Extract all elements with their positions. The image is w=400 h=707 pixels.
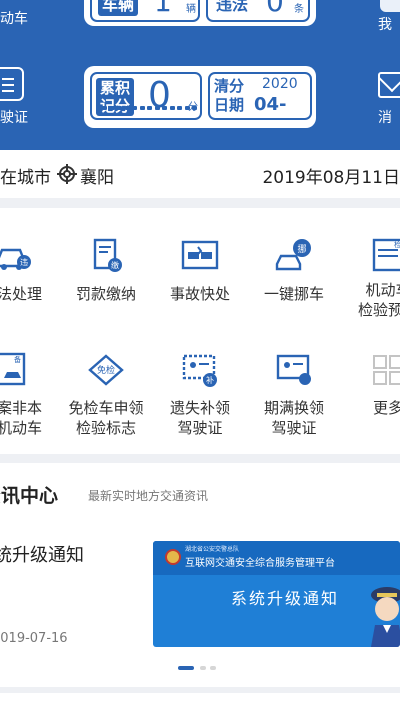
service-label: 一键挪车 xyxy=(263,285,324,303)
right-partial-column[interactable]: 我 消 xyxy=(370,0,400,150)
stripe xyxy=(124,106,130,110)
service-grid: 违 违法处理 缴 罚款缴纳 事故快处 挪 一键挪车 检 机动车 检验预约 xyxy=(0,208,400,454)
news-list[interactable]: 统升级通知 2019-07-16 湖北省公安交警总队 互联网交通安全综合服务管理… xyxy=(0,521,400,687)
stripe xyxy=(177,106,182,110)
banner-message: 系统升级通知 xyxy=(231,589,340,608)
move-car-icon: 挪 xyxy=(275,239,311,271)
service-label: 更多 xyxy=(372,399,400,417)
points-box: 累积 记分 0 分 xyxy=(90,72,202,120)
current-date: 2019年08月11日 xyxy=(262,168,400,188)
news-banner-image[interactable]: 湖北省公安交警总队 互联网交通安全综合服务管理平台 系统升级通知 xyxy=(153,541,400,647)
reissue-license-icon: 补 xyxy=(182,354,217,387)
svg-text:挪: 挪 xyxy=(297,243,306,255)
points-label-line1: 累积 xyxy=(99,79,130,97)
carousel-dot[interactable] xyxy=(200,666,206,670)
car-violation-icon: 违 xyxy=(0,248,31,270)
clear-year: 2020 xyxy=(262,76,298,92)
renew-license-icon xyxy=(276,354,311,385)
right-bottom-label: 消 xyxy=(378,110,392,126)
service-label: 事故快处 xyxy=(169,285,230,303)
violations-count: 0 xyxy=(266,0,284,18)
banner-org: 湖北省公安交警总队 xyxy=(185,546,240,553)
svg-text:违: 违 xyxy=(20,258,28,267)
news-section-title: 资讯中心 xyxy=(0,485,59,507)
more-icon xyxy=(373,355,400,385)
points-label: 累积 记分 xyxy=(96,78,134,116)
violations-label: 违法 xyxy=(216,0,249,14)
points-value: 0 xyxy=(148,75,171,116)
service-label: 期满换领 驾驶证 xyxy=(263,399,324,437)
accident-icon xyxy=(181,240,219,270)
left-top-label: 动车 xyxy=(0,11,28,27)
stripe xyxy=(117,106,122,110)
vehicles-unit: 辆 xyxy=(186,4,196,15)
clear-date: 04-03 xyxy=(254,94,287,118)
svg-text:补: 补 xyxy=(206,375,214,385)
svg-text:备: 备 xyxy=(14,355,21,364)
service-label: 免检车申领 检验标志 xyxy=(68,399,144,437)
banner-platform: 互联网交通安全综合服务管理平台 xyxy=(185,558,335,569)
news-header: 资讯中心 最新实时地方交通资讯 xyxy=(0,463,400,521)
news-item-title[interactable]: 统升级通知 xyxy=(0,541,84,567)
dashboard-header: 动车 驶证 车辆 1 辆 违法 0 条 累积 记分 0 分 清分 日 xyxy=(0,0,400,150)
carousel-dot-active[interactable] xyxy=(178,666,194,670)
vehicles-count: 1 xyxy=(154,0,172,18)
clear-label-line2: 日期 xyxy=(214,96,245,114)
exempt-sign-icon: 免检 xyxy=(88,354,124,386)
stripe xyxy=(162,106,167,110)
stripe xyxy=(184,106,190,110)
clear-date-box: 清分 日期 2020 04-03 xyxy=(208,72,312,120)
police-emblem-icon xyxy=(165,549,181,565)
stripe xyxy=(154,106,160,110)
violations-unit: 条 xyxy=(294,4,304,15)
service-label: 罚款缴纳 xyxy=(75,285,136,303)
location-crosshair-icon[interactable] xyxy=(57,164,77,184)
vehicles-box: 车辆 1 辆 xyxy=(90,0,200,22)
stripe xyxy=(169,106,175,110)
city-selector[interactable]: 襄阳 xyxy=(80,163,114,188)
stripe xyxy=(139,106,145,110)
license-points-card[interactable]: 累积 记分 0 分 清分 日期 2020 04-03 xyxy=(84,66,316,128)
police-mascot-icon xyxy=(371,587,400,647)
mail-icon xyxy=(378,72,400,98)
current-city-label: 在城市 xyxy=(0,168,51,188)
stripe xyxy=(199,106,200,110)
stripe xyxy=(147,106,152,110)
city-bar: 在城市 襄阳 2019年08月11日 xyxy=(0,150,400,198)
news-section-subtitle: 最新实时地方交通资讯 xyxy=(88,489,209,503)
stripe xyxy=(192,106,197,110)
svg-text:检: 检 xyxy=(394,240,400,249)
record-vehicle-icon: 备 xyxy=(0,352,26,386)
left-partial-column[interactable]: 动车 驶证 xyxy=(0,0,28,150)
inspection-icon: 检 xyxy=(372,238,400,272)
stripe xyxy=(132,106,137,110)
stripe xyxy=(109,106,115,110)
service-label: 机动车 检验预约 xyxy=(357,281,400,319)
violations-box: 违法 0 条 xyxy=(206,0,310,22)
carousel-dot[interactable] xyxy=(210,666,216,670)
vehicle-summary-card[interactable]: 车辆 1 辆 违法 0 条 xyxy=(84,0,316,26)
stripe xyxy=(102,106,107,110)
right-top-card xyxy=(380,0,400,12)
svg-text:免检: 免检 xyxy=(97,364,115,376)
fine-payment-icon: 缴 xyxy=(93,238,122,272)
menu-doc-icon xyxy=(0,67,24,101)
service-label: 遗失补领 驾驶证 xyxy=(169,399,230,437)
points-stripes xyxy=(102,106,200,110)
clear-date-label: 清分 日期 xyxy=(214,77,244,115)
svg-text:缴: 缴 xyxy=(111,260,119,270)
vehicles-label: 车辆 xyxy=(98,0,139,16)
bottom-divider xyxy=(0,693,400,707)
news-item-date: 2019-07-16 xyxy=(0,631,68,646)
left-bottom-label: 驶证 xyxy=(0,110,28,126)
right-top-label: 我 xyxy=(378,17,392,33)
clear-label-line1: 清分 xyxy=(214,77,245,95)
